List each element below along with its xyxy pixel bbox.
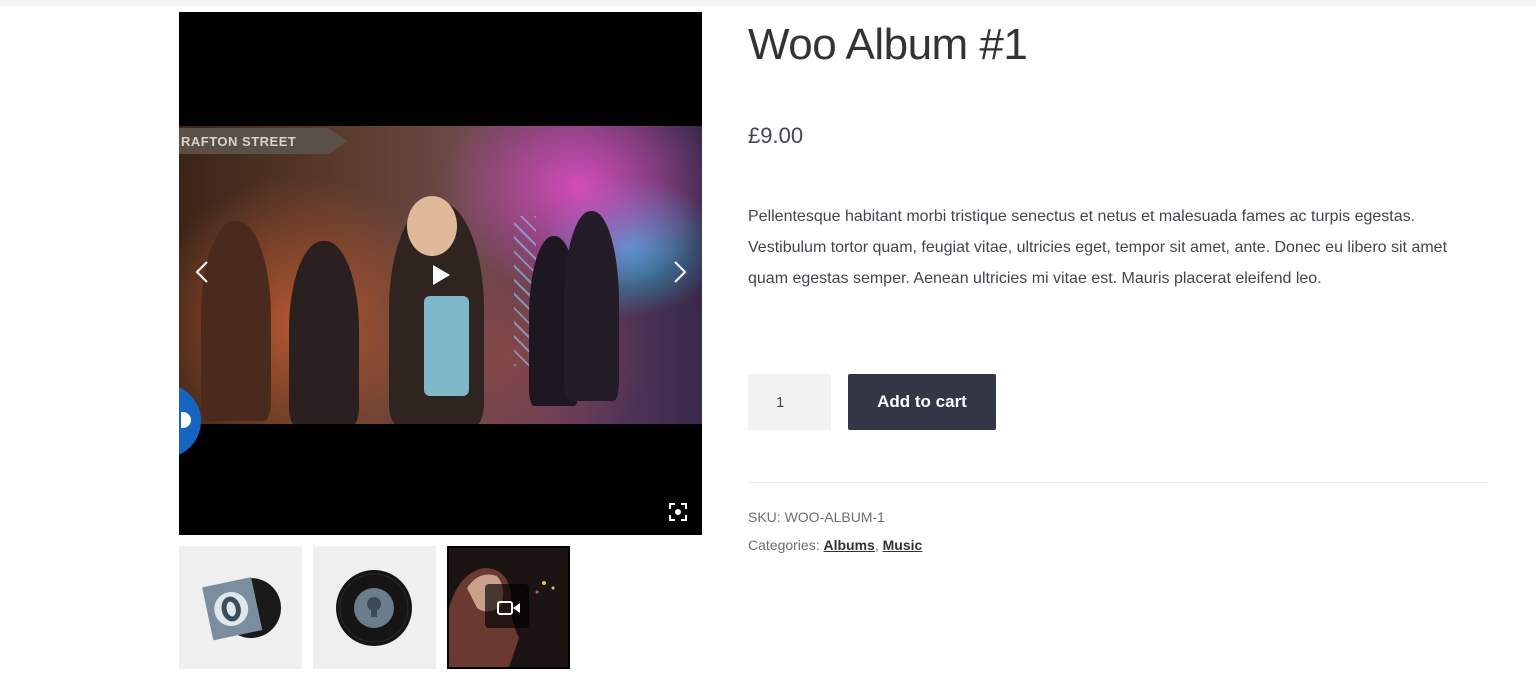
video-camera-icon bbox=[497, 601, 520, 615]
product-price: £9.00 bbox=[748, 123, 804, 148]
gallery-thumbnails bbox=[179, 546, 702, 670]
person-figure bbox=[201, 221, 271, 421]
album-cover-thumbnail[interactable] bbox=[179, 546, 302, 669]
sku-label: SKU: bbox=[748, 509, 781, 525]
product-description: Pellentesque habitant morbi tristique se… bbox=[748, 208, 1448, 287]
quantity-input[interactable] bbox=[748, 374, 831, 430]
category-separator: , bbox=[874, 537, 883, 553]
vinyl-record-thumbnail[interactable] bbox=[313, 546, 436, 669]
divider bbox=[748, 482, 1488, 483]
sku-line: SKU: WOO-ALBUM-1 bbox=[748, 503, 922, 531]
video-player[interactable]: RAFTON STREET bbox=[179, 12, 702, 535]
person-shirt bbox=[424, 296, 469, 396]
person-head bbox=[407, 196, 457, 256]
street-sign-text: RAFTON STREET bbox=[181, 134, 297, 149]
product-summary: Woo Album #1 £9.00 Pellentesque habitant… bbox=[748, 18, 1488, 553]
person-figure bbox=[289, 241, 359, 424]
product-gallery: RAFTON STREET bbox=[179, 12, 702, 669]
category-link-albums[interactable]: Albums bbox=[823, 537, 874, 553]
category-link-music[interactable]: Music bbox=[883, 537, 923, 553]
fullscreen-icon[interactable] bbox=[667, 501, 689, 523]
chevron-left-icon[interactable] bbox=[191, 260, 213, 286]
play-icon[interactable] bbox=[431, 264, 451, 286]
product-meta: SKU: WOO-ALBUM-1 Categories: Albums, Mus… bbox=[748, 503, 922, 559]
add-to-cart-button[interactable]: Add to cart bbox=[848, 374, 996, 430]
chevron-right-icon[interactable] bbox=[669, 260, 691, 286]
street-sign: RAFTON STREET bbox=[179, 128, 347, 154]
categories-line: Categories: Albums, Music bbox=[748, 531, 922, 559]
categories-label: Categories: bbox=[748, 537, 820, 553]
video-thumbnail[interactable] bbox=[447, 546, 570, 669]
top-bar bbox=[0, 0, 1536, 6]
product-title: Woo Album #1 bbox=[748, 20, 1028, 69]
person-figure bbox=[564, 211, 619, 401]
sku-value: WOO-ALBUM-1 bbox=[784, 509, 885, 525]
